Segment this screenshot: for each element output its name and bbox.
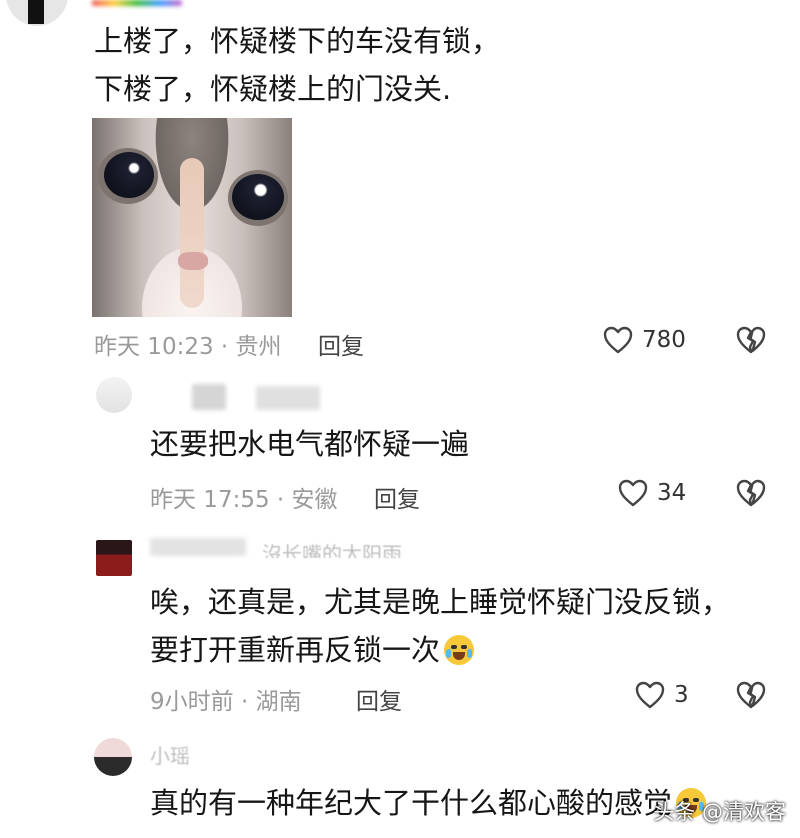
comment-text-line: 下楼了，怀疑楼上的门没关. [94,72,452,106]
username-partial[interactable]: 小瑶 [150,740,190,769]
heart-outline-icon [635,681,665,709]
username-blurred[interactable] [192,384,226,410]
comment-text-line: 要打开重新再反锁一次 [150,633,475,667]
avatar[interactable] [94,738,132,776]
watermark: 头条 @清欢客 [653,800,786,824]
like-button[interactable]: 780 [602,325,686,355]
username-blurred[interactable] [256,386,320,410]
username-blurred[interactable] [150,538,246,556]
comment-text-line: 真的有一种年纪大了干什么都心酸的感觉 [150,786,707,820]
comment-text-line: 唉，还真是，尤其是晚上睡觉怀疑门没反锁， [150,585,731,619]
heart-outline-icon [603,326,633,354]
crying-laughing-emoji [444,635,475,665]
avatar[interactable] [96,377,132,413]
broken-heart-icon [736,479,766,507]
like-button[interactable]: 34 [617,478,686,508]
dislike-button[interactable] [735,680,767,710]
reply-button[interactable]: 回复 [374,480,420,514]
comment-time-location: 昨天 10:23 · 贵州 [94,334,282,360]
comment-time-location: 9小时前 · 湖南 [150,689,302,715]
reply-button[interactable]: 回复 [318,327,364,361]
avatar[interactable] [96,540,132,576]
like-button[interactable]: 3 [634,680,689,710]
avatar[interactable] [6,0,68,26]
like-count: 34 [657,480,687,506]
comment-text-line: 上楼了，怀疑楼下的车没有锁， [94,24,501,58]
like-count: 780 [642,327,686,353]
reply-button[interactable]: 回复 [356,682,402,716]
cat-sticker-image[interactable] [92,118,292,317]
username-partial[interactable]: 沒长嘴的太阳雨 [262,538,402,558]
dislike-button[interactable] [735,478,767,508]
comment-text-line: 还要把水电气都怀疑一遍 [150,427,470,461]
comment-time-location: 昨天 17:55 · 安徽 [150,487,338,513]
broken-heart-icon [736,326,766,354]
like-count: 3 [674,682,689,708]
username-blurred[interactable] [92,0,182,6]
broken-heart-icon [736,681,766,709]
dislike-button[interactable] [735,325,767,355]
heart-outline-icon [618,479,648,507]
